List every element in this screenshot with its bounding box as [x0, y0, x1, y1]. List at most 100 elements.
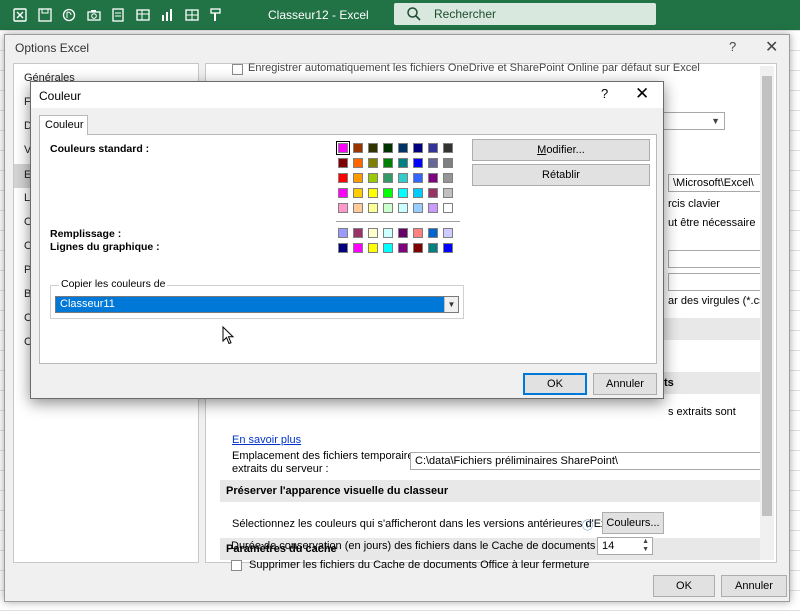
fill-color-swatch[interactable] [398, 228, 408, 238]
standard-color-swatch[interactable] [353, 188, 363, 198]
chart-lines-label: Lignes du graphique : [50, 241, 160, 253]
temp-location-field[interactable]: C:\data\Fichiers préliminaires SharePoin… [410, 452, 762, 470]
standard-color-swatch[interactable] [428, 203, 438, 213]
standard-color-swatch[interactable] [383, 173, 393, 183]
color-ok-button[interactable]: OK [523, 373, 587, 395]
chart-line-color-swatch[interactable] [368, 243, 378, 253]
fill-color-swatch[interactable] [353, 228, 363, 238]
standard-color-swatch[interactable] [398, 158, 408, 168]
colors-description: Sélectionnez les couleurs qui s'afficher… [232, 518, 627, 530]
standard-color-swatch[interactable] [428, 188, 438, 198]
color-dialog-titlebar: Couleur ? ✕ [31, 82, 663, 108]
standard-color-swatch[interactable] [338, 158, 348, 168]
fill-color-swatch[interactable] [338, 228, 348, 238]
standard-color-swatch[interactable] [368, 188, 378, 198]
learn-more-link[interactable]: En savoir plus [232, 434, 301, 446]
cache-days-value: 14 [602, 540, 615, 552]
standard-color-swatch[interactable] [443, 143, 453, 153]
chart-line-color-swatch[interactable] [383, 243, 393, 253]
excel-title-bar: Classeur12 - Excel Rechercher [0, 0, 800, 30]
chart-line-color-swatch[interactable] [443, 243, 453, 253]
standard-color-swatch[interactable] [353, 143, 363, 153]
format-painter-icon[interactable] [208, 7, 224, 23]
standard-color-swatch[interactable] [413, 143, 423, 153]
fill-color-swatch[interactable] [413, 228, 423, 238]
standard-color-swatch[interactable] [413, 173, 423, 183]
standard-color-swatch[interactable] [398, 203, 408, 213]
close-button[interactable]: ✕ [635, 84, 649, 104]
standard-color-swatch[interactable] [353, 203, 363, 213]
chart-line-color-swatch[interactable] [338, 243, 348, 253]
save-icon[interactable] [37, 7, 53, 23]
form-icon[interactable] [110, 7, 126, 23]
table-icon[interactable] [184, 7, 200, 23]
scrollbar-thumb[interactable] [762, 76, 772, 516]
standard-color-swatch[interactable] [428, 173, 438, 183]
standard-color-swatch[interactable] [368, 203, 378, 213]
copy-colors-select[interactable]: Classeur11 ▼ [55, 296, 459, 313]
help-button[interactable]: ? [729, 39, 736, 54]
standard-color-swatch[interactable] [443, 203, 453, 213]
standard-color-swatch[interactable] [443, 173, 453, 183]
excel-logo-icon[interactable] [12, 7, 28, 23]
fill-color-swatch[interactable] [443, 228, 453, 238]
standard-color-swatch[interactable] [428, 143, 438, 153]
standard-color-swatch[interactable] [338, 173, 348, 183]
standard-color-swatch[interactable] [383, 203, 393, 213]
autosave-checkbox[interactable] [232, 64, 243, 75]
chart-line-color-swatch[interactable] [428, 243, 438, 253]
chart-icon[interactable] [159, 7, 175, 23]
delete-cache-checkbox[interactable] [231, 560, 242, 571]
standard-color-swatch[interactable] [398, 143, 408, 153]
color-cancel-button[interactable]: Annuler [593, 373, 657, 395]
standard-color-swatch[interactable] [368, 158, 378, 168]
color-dialog-title: Couleur [39, 89, 82, 103]
standard-color-swatch[interactable] [353, 158, 363, 168]
standard-color-swatch[interactable] [443, 188, 453, 198]
standard-color-swatch[interactable] [413, 203, 423, 213]
standard-color-swatch[interactable] [383, 143, 393, 153]
reset-button[interactable]: Rétablir [472, 164, 650, 186]
standard-color-swatch[interactable] [383, 158, 393, 168]
chart-line-color-swatch[interactable] [398, 243, 408, 253]
standard-color-swatch[interactable] [338, 188, 348, 198]
standard-color-swatch[interactable] [353, 173, 363, 183]
chart-line-color-swatch[interactable] [353, 243, 363, 253]
autosave-label: Enregistrer automatiquement les fichiers… [248, 62, 700, 74]
standard-color-swatch[interactable] [443, 158, 453, 168]
info-icon: ⓘ [582, 520, 593, 532]
camera-icon[interactable] [86, 7, 102, 23]
standard-color-swatch[interactable] [336, 141, 350, 155]
options-scrollbar[interactable] [760, 66, 774, 560]
modify-button[interactable]: Modifier... [472, 139, 650, 161]
search-box[interactable]: Rechercher [394, 3, 656, 25]
new-sheet-icon[interactable] [135, 7, 151, 23]
standard-color-swatch[interactable] [338, 203, 348, 213]
cache-days-spinner[interactable]: 14 ▲ ▼ [597, 537, 653, 555]
field-b[interactable] [668, 273, 762, 291]
chart-line-color-swatch[interactable] [413, 243, 423, 253]
field-a[interactable] [668, 250, 762, 268]
standard-color-swatch[interactable] [398, 173, 408, 183]
standard-color-swatch[interactable] [368, 143, 378, 153]
fill-color-swatch[interactable] [428, 228, 438, 238]
spinner-arrows-icon[interactable]: ▲ ▼ [642, 538, 649, 554]
fill-color-swatch[interactable] [368, 228, 378, 238]
standard-color-swatch[interactable] [413, 158, 423, 168]
colors-button[interactable]: Couleurs... [602, 512, 664, 534]
help-button[interactable]: ? [601, 86, 608, 101]
standard-color-swatch[interactable] [383, 188, 393, 198]
options-cancel-button[interactable]: Annuler [721, 575, 787, 597]
onedrive-sync-icon[interactable] [61, 7, 77, 23]
standard-color-swatch[interactable] [368, 173, 378, 183]
path-field[interactable]: \Microsoft\Excel\ [668, 174, 762, 192]
fill-color-swatch[interactable] [383, 228, 393, 238]
close-button[interactable]: ✕ [765, 37, 778, 57]
tab-couleur[interactable]: Couleur [39, 115, 88, 135]
standard-color-swatch[interactable] [398, 188, 408, 198]
color-dialog: Couleur ? ✕ Couleur Couleurs standard : … [30, 81, 664, 399]
chevron-down-icon[interactable]: ▼ [444, 297, 458, 312]
standard-color-swatch[interactable] [428, 158, 438, 168]
standard-color-swatch[interactable] [413, 188, 423, 198]
options-ok-button[interactable]: OK [653, 575, 715, 597]
